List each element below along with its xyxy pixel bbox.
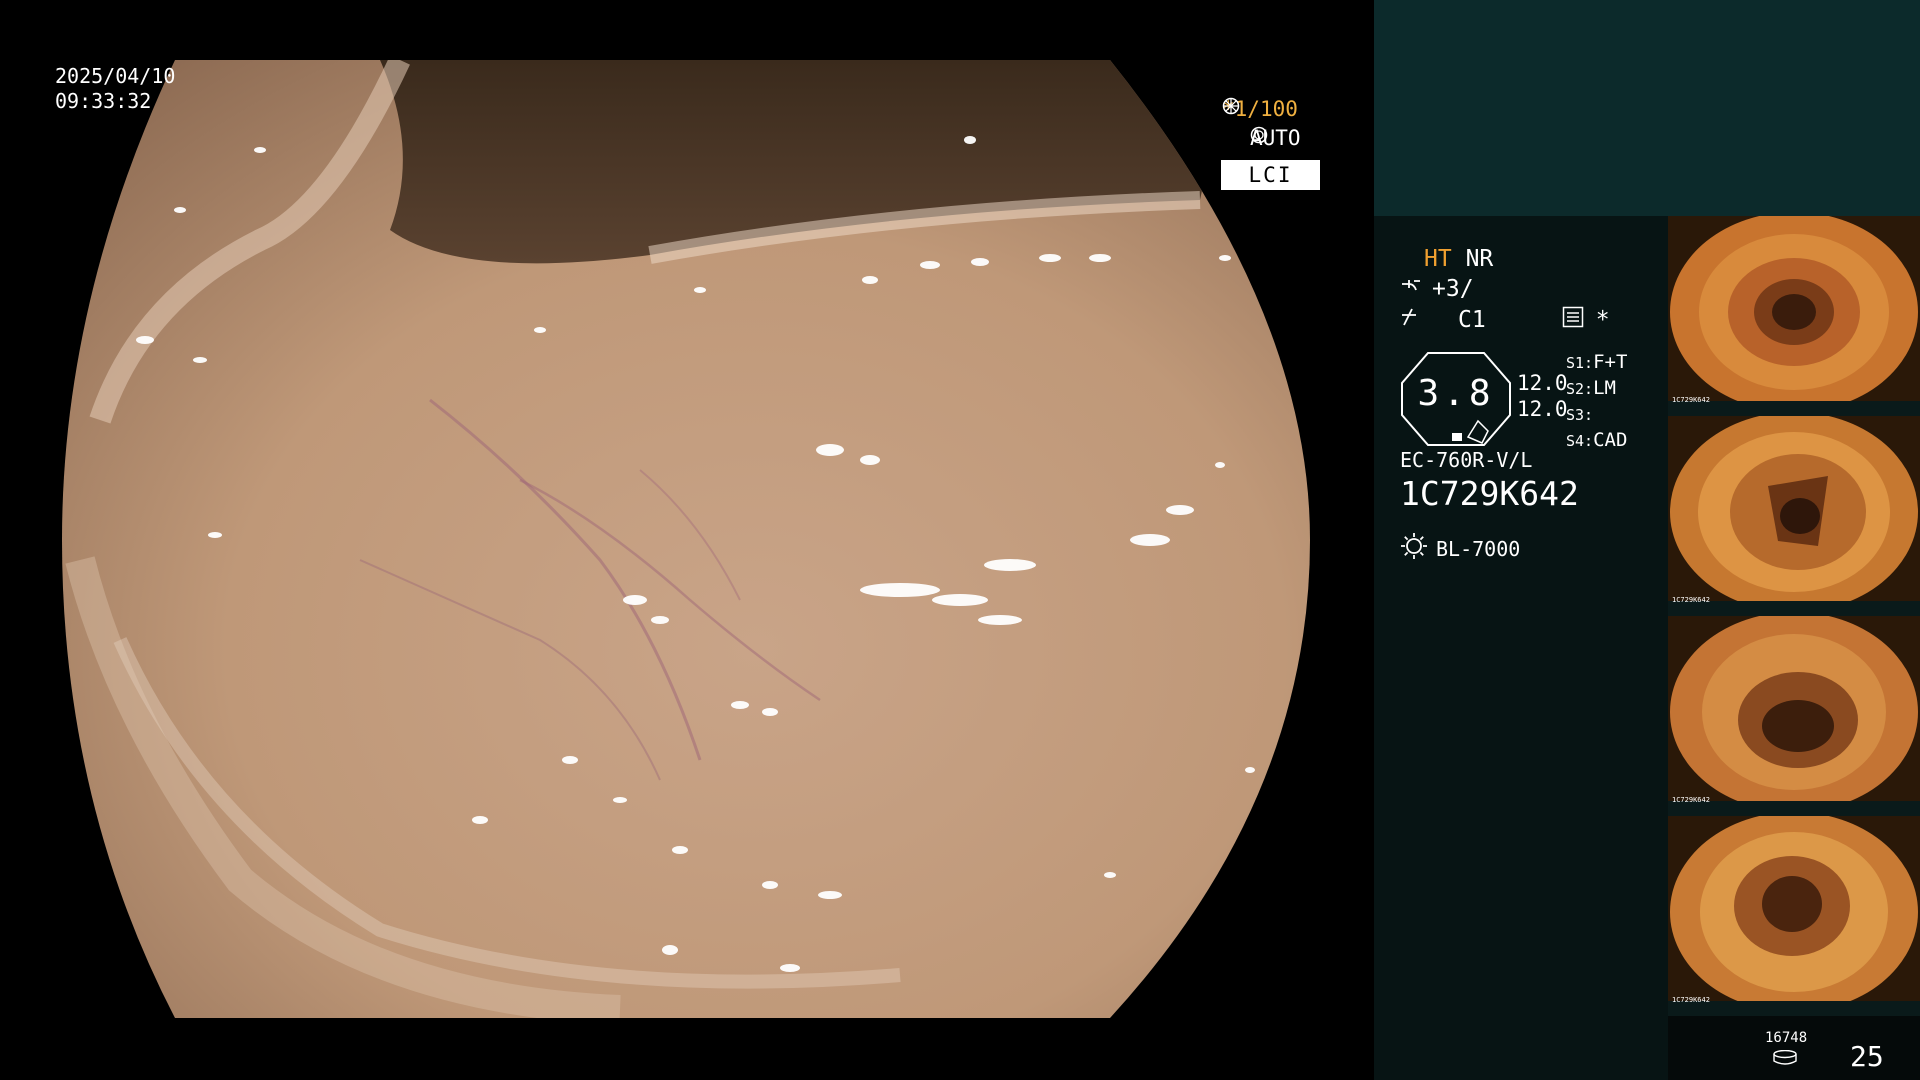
- switch-list: S1:F+T S2:LM S3: S4:CAD: [1566, 350, 1627, 454]
- switch-s1-value: F+T: [1593, 351, 1628, 373]
- switch-s2-value: LM: [1593, 377, 1616, 399]
- date-text: 2025/04/10: [55, 64, 176, 88]
- switch-s4: S4:CAD: [1566, 428, 1627, 454]
- zoom-value: 3.8: [1417, 373, 1495, 414]
- color-row: C1 *: [1400, 306, 1640, 334]
- enhance-icon: [1400, 276, 1422, 302]
- page-number: 25: [1850, 1040, 1884, 1073]
- time-text: 09:33:32: [55, 89, 152, 113]
- endoscopic-image: 2025/04/10 09:33:32 * 1/100 AUTO LCI: [0, 0, 1374, 1080]
- thumbnail-strip: 1C729K642 1C729K642 1C729K642 1C729K642: [1668, 216, 1920, 1016]
- switch-s4-label: S4:: [1566, 432, 1594, 450]
- info-panel: HT NR +3/ C1 * 3.8 12.0 12.0 S1:F+T S2:L…: [1374, 0, 1920, 1080]
- switch-s3: S3:: [1566, 402, 1627, 428]
- color-icon: [1400, 307, 1422, 333]
- star-mark: *: [1595, 307, 1610, 333]
- nr-label: NR: [1465, 246, 1494, 272]
- thumbnail[interactable]: 1C729K642: [1668, 416, 1920, 616]
- value-1: 12.0: [1517, 371, 1568, 395]
- thumbnail-serial: 1C729K642: [1672, 596, 1710, 604]
- light-source-row: BL-7000: [1400, 532, 1520, 565]
- thumbnail[interactable]: 1C729K642: [1668, 616, 1920, 816]
- scope-model: EC-760R-V/L: [1400, 448, 1533, 472]
- thumbnail[interactable]: 1C729K642: [1668, 216, 1920, 416]
- thumbnail-serial: 1C729K642: [1672, 796, 1710, 804]
- datetime: 2025/04/10 09:33:32: [55, 64, 175, 114]
- image-counter: 16748: [1765, 1030, 1808, 1046]
- light-source-value: BL-7000: [1436, 536, 1521, 561]
- menu-icon: [1562, 306, 1584, 334]
- switch-s1-label: S1:: [1566, 354, 1594, 372]
- light-icon: [1400, 532, 1428, 565]
- switch-s1: S1:F+T: [1566, 350, 1627, 376]
- thumbnail[interactable]: 1C729K642: [1668, 816, 1920, 1016]
- enhance-value: +3/: [1432, 276, 1474, 302]
- panel-header-area: [1374, 0, 1920, 216]
- switch-s4-value: CAD: [1593, 429, 1628, 451]
- enhance-row: +3/: [1400, 276, 1474, 302]
- ht-nr-row: HT NR: [1424, 246, 1493, 272]
- disk-icon: [1772, 1049, 1798, 1070]
- endoscopic-frame: [62, 60, 1310, 1018]
- auto-indicator: AUTO: [1250, 126, 1304, 150]
- value-column: 12.0 12.0: [1517, 370, 1568, 422]
- switch-s2-label: S2:: [1566, 380, 1594, 398]
- color-mode-value: C1: [1458, 307, 1486, 333]
- zoom-gauge: 3.8: [1398, 351, 1514, 447]
- switch-s2: S2:LM: [1566, 376, 1627, 402]
- ht-label: HT: [1424, 246, 1452, 272]
- value-2: 12.0: [1517, 397, 1568, 421]
- thumbnail-serial: 1C729K642: [1672, 996, 1710, 1004]
- shutter-indicator: * 1/100: [1222, 97, 1374, 121]
- shutter-text: 1/100: [1234, 97, 1298, 121]
- scope-serial: 1C729K642: [1400, 474, 1579, 513]
- mode-badge: LCI: [1221, 160, 1320, 190]
- thumbnail-serial: 1C729K642: [1672, 396, 1710, 404]
- scope-info: HT NR +3/ C1 * 3.8 12.0 12.0 S1:F+T S2:L…: [1374, 216, 1668, 1080]
- switch-s3-label: S3:: [1566, 406, 1594, 424]
